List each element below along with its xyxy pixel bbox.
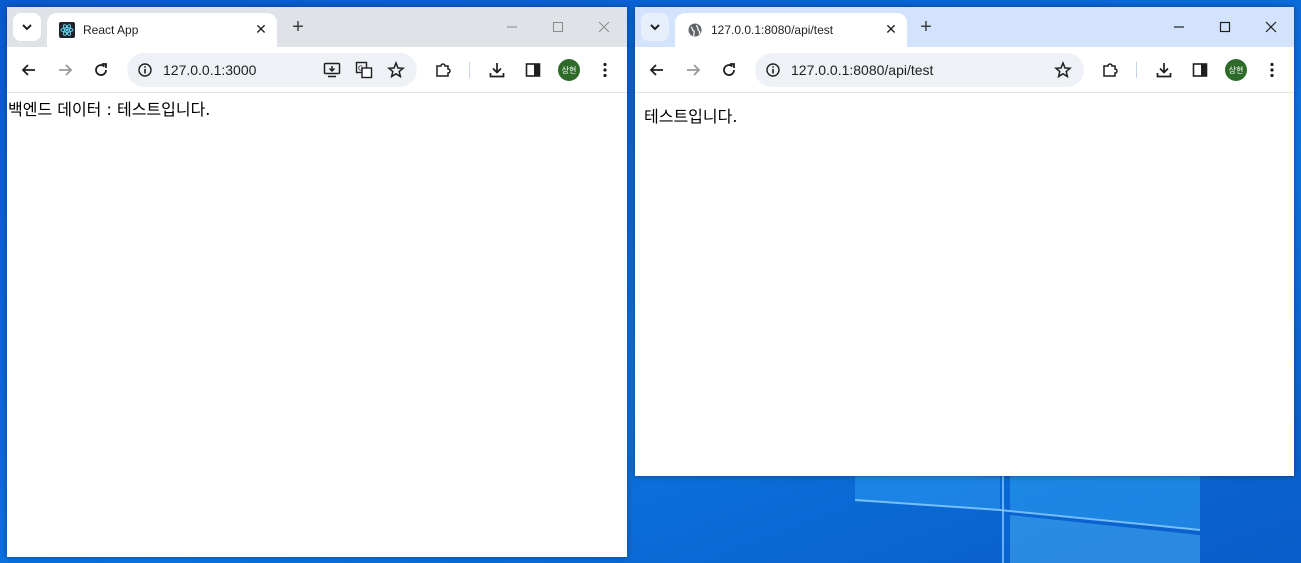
side-panel-icon	[525, 63, 541, 77]
reload-icon	[723, 63, 735, 76]
close-icon	[598, 21, 610, 33]
tab-search-button[interactable]	[641, 13, 669, 41]
browser-window-right: 127.0.0.1:8080/api/test ✕ + 127.0.0.1:80…	[635, 7, 1294, 476]
minimize-icon	[1174, 26, 1184, 28]
toolbar: 127.0.0.1:8080/api/test 상현	[635, 47, 1294, 93]
globe-icon	[687, 22, 703, 38]
side-panel-icon	[1192, 63, 1208, 77]
side-panel-button[interactable]	[521, 58, 545, 82]
maximize-button[interactable]	[1202, 7, 1248, 47]
back-button[interactable]	[645, 58, 669, 82]
downloads-button[interactable]	[485, 58, 509, 82]
page-content: 백엔드 데이터 : 테스트입니다.	[7, 94, 627, 557]
arrow-left-icon	[649, 64, 663, 76]
minimize-icon	[507, 26, 517, 28]
extensions-button[interactable]	[431, 58, 455, 82]
arrow-right-icon	[59, 64, 73, 76]
page-content: 테스트입니다.	[635, 94, 1294, 476]
address-bar[interactable]: 127.0.0.1:8080/api/test	[755, 53, 1084, 87]
close-window-button[interactable]	[581, 7, 627, 47]
translate-icon[interactable]: G	[353, 59, 375, 81]
more-vertical-icon	[603, 62, 607, 78]
tab-close-icon[interactable]: ✕	[251, 20, 271, 40]
minimize-button[interactable]	[1156, 7, 1202, 47]
tab-strip: 127.0.0.1:8080/api/test ✕ +	[635, 7, 1294, 47]
close-window-button[interactable]	[1248, 7, 1294, 47]
reload-icon	[95, 63, 107, 76]
page-text: 백엔드 데이터 : 테스트입니다.	[8, 100, 211, 119]
chevron-down-icon	[650, 24, 660, 31]
site-info-icon[interactable]	[137, 62, 153, 78]
tab-react-app[interactable]: React App ✕	[47, 13, 277, 47]
menu-button[interactable]	[593, 58, 617, 82]
reload-button[interactable]	[717, 58, 741, 82]
forward-button[interactable]	[53, 58, 77, 82]
new-tab-button[interactable]: +	[916, 16, 936, 38]
chevron-down-icon	[22, 24, 32, 31]
profile-avatar[interactable]: 상현	[1225, 59, 1247, 81]
forward-button[interactable]	[681, 58, 705, 82]
more-vertical-icon	[1270, 62, 1274, 78]
site-info-icon[interactable]	[765, 62, 781, 78]
bookmark-star-icon[interactable]	[1052, 59, 1074, 81]
toolbar: 127.0.0.1:3000 G 상현	[7, 47, 627, 93]
new-tab-button[interactable]: +	[288, 16, 308, 38]
browser-window-left: React App ✕ + 127.0.0.1:3000 G 상현 백엔드 데이…	[7, 7, 627, 557]
svg-text:G: G	[358, 65, 363, 73]
windows-desktop-logo	[854, 470, 1201, 563]
toolbar-divider	[1136, 62, 1137, 78]
maximize-icon	[553, 22, 563, 32]
puzzle-icon	[1103, 63, 1118, 77]
arrow-left-icon	[21, 64, 35, 76]
downloads-button[interactable]	[1152, 58, 1176, 82]
tab-search-button[interactable]	[13, 13, 41, 41]
toolbar-divider	[469, 62, 470, 78]
address-bar[interactable]: 127.0.0.1:3000 G	[127, 53, 417, 87]
page-text: 테스트입니다.	[644, 107, 738, 126]
url-text: 127.0.0.1:8080/api/test	[791, 62, 934, 78]
extensions-button[interactable]	[1098, 58, 1122, 82]
tab-close-icon[interactable]: ✕	[881, 20, 901, 40]
reload-button[interactable]	[89, 58, 113, 82]
maximize-button[interactable]	[535, 7, 581, 47]
download-icon	[489, 63, 505, 78]
tab-title: React App	[83, 23, 139, 37]
puzzle-icon	[436, 63, 451, 77]
menu-button[interactable]	[1260, 58, 1284, 82]
close-icon	[1265, 21, 1277, 33]
tab-strip: React App ✕ +	[7, 7, 627, 47]
react-logo-icon	[59, 22, 75, 38]
install-app-icon[interactable]	[321, 59, 343, 81]
side-panel-button[interactable]	[1188, 58, 1212, 82]
maximize-icon	[1219, 21, 1231, 33]
minimize-button[interactable]	[489, 7, 535, 47]
profile-avatar[interactable]: 상현	[558, 59, 580, 81]
url-text: 127.0.0.1:3000	[163, 62, 257, 78]
download-icon	[1156, 63, 1172, 78]
arrow-right-icon	[687, 64, 701, 76]
tab-api-test[interactable]: 127.0.0.1:8080/api/test ✕	[675, 13, 907, 47]
tab-title: 127.0.0.1:8080/api/test	[711, 23, 834, 37]
bookmark-star-icon[interactable]	[385, 59, 407, 81]
back-button[interactable]	[17, 58, 41, 82]
